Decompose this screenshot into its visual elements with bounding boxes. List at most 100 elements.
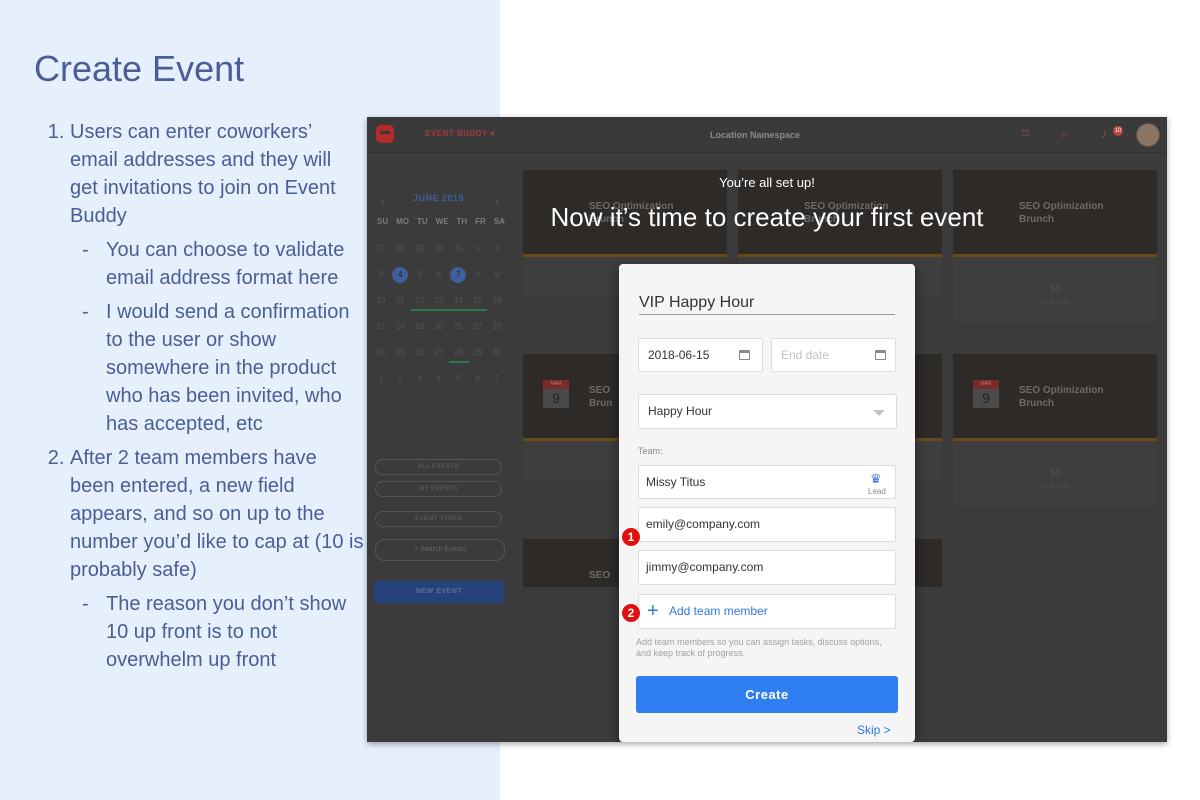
calendar-day[interactable]: 1 [470,241,486,257]
calendar-day[interactable]: 11 [392,293,408,309]
team-label: Team: [638,446,663,456]
onboarding-title: Now it’s time to create your first event [550,202,984,232]
calendar-day[interactable]: 22 [470,319,486,335]
calendar-day[interactable]: 23 [489,319,505,335]
event-card-strip [523,254,727,257]
search-icon[interactable]: ⌕ [1061,126,1068,142]
event-card-strip [738,254,942,257]
event-card[interactable]: MAR 9 SEO Optimization Brunch 10 GUESTS [953,354,1157,507]
calendar-day[interactable]: 31 [450,241,466,257]
end-date-field[interactable]: End date [771,338,896,372]
add-team-member-button[interactable]: + Add team member [638,594,896,629]
calendar-day[interactable]: 28 [392,241,408,257]
calendar-day[interactable]: 27 [373,241,389,257]
calendar-icon[interactable] [739,350,750,360]
calendar-week: 17 18 19 20 21 22 23 [373,319,505,345]
calendar-day[interactable]: 2 [392,371,408,387]
slide-title: Create Event [34,48,245,89]
calendar-day[interactable]: 17 [373,319,389,335]
my-events-filter[interactable]: MY EVENTS [375,481,502,497]
event-card[interactable]: SEO Optimization Brunch 10 GUESTS [953,170,1157,323]
calendar-day[interactable]: 2 [489,241,505,257]
calendar-day[interactable]: 5 [412,267,428,283]
calendar-day[interactable]: 21 [450,319,466,335]
calendar-day[interactable]: 12 [412,293,428,309]
calendar-day[interactable]: 15 [470,293,486,309]
note-subitem: You can choose to validate email address… [82,236,364,292]
calendar-day[interactable]: 3 [412,371,428,387]
calendar-day[interactable]: 24 [373,345,389,361]
event-month: MAR [543,380,569,389]
lead-label: Lead [868,487,886,496]
event-card-strip [953,254,1157,257]
event-card-title: SEO Brun [589,385,613,409]
calendar-day[interactable]: 6 [470,371,486,387]
calendar-day[interactable]: 27 [431,345,447,361]
add-team-member-label: Add team member [669,604,768,618]
calendar-day[interactable]: 16 [489,293,505,309]
calendar-day[interactable]: 26 [412,345,428,361]
calendar-day[interactable]: 9 [489,267,505,283]
event-type-select[interactable]: Happy Hour [638,394,897,429]
calendar-day[interactable]: 8 [470,267,486,283]
calendar-day[interactable]: 29 [412,241,428,257]
end-date-placeholder: End date [781,348,830,362]
avatar[interactable] [1136,123,1160,147]
note-item: After 2 team members have been entered, … [70,444,364,674]
team-member-email-field[interactable]: jimmy@company.com [638,550,896,585]
calendar-day[interactable]: 1 [373,371,389,387]
team-lead-field[interactable]: Missy Titus ♛ Lead [638,465,896,499]
calendar-grid: 27 28 29 30 31 1 2 3 4 5 6 7 8 9 10 11 1… [373,241,505,397]
calendar-week: 24 25 26 27 28 29 30 [373,345,505,371]
create-button[interactable]: Create [636,676,898,713]
calendar-day[interactable]: 14 [450,293,466,309]
calendar-day[interactable]: 19 [412,319,428,335]
calendar-day[interactable]: 6 [431,267,447,283]
calendar-day-selected[interactable]: 7 [450,267,467,283]
team-member-email: emily@company.com [646,517,760,531]
calendar-day[interactable]: 25 [392,345,408,361]
annotation-badge-2: 2 [622,604,640,622]
calendar-day[interactable]: 20 [431,319,447,335]
calendar-week: 27 28 29 30 31 1 2 [373,241,505,267]
onboarding-subtitle: You’re all set up! [719,175,815,190]
calendar-day[interactable]: 4 [431,371,447,387]
tag-icon[interactable]: ⌑ [1022,126,1029,142]
event-types-filter[interactable]: EVENT TYPES [375,511,502,527]
brand-menu[interactable]: EVENT BUDDY ▾ [425,129,495,138]
calendar-day-selected[interactable]: 4 [392,267,409,283]
guest-count: 10 [1049,284,1061,295]
calendar-day[interactable]: 7 [489,371,505,387]
calendar-day[interactable]: 13 [431,293,447,309]
date-range-indicator [449,361,469,363]
team-member-email: jimmy@company.com [646,560,764,574]
event-name-input[interactable] [639,294,895,315]
calendar-day[interactable]: 5 [450,371,466,387]
event-search-input[interactable]: ⌕ Search Events [375,539,505,561]
chevron-down-icon [873,410,885,416]
annotation-badge-1: 1 [622,528,640,546]
calendar-icon[interactable] [875,350,886,360]
skip-link[interactable]: Skip > [857,723,891,737]
date-range-indicator [411,309,487,311]
new-event-button[interactable]: NEW EVENT [374,581,504,603]
note-subitem: I would send a confirmation to the user … [82,298,364,438]
calendar-day[interactable]: 18 [392,319,408,335]
event-day: 9 [552,390,560,406]
guest-label: GUESTS [1041,300,1069,306]
team-lead-name: Missy Titus [646,475,706,489]
robot-logo-icon[interactable] [376,125,394,143]
calendar-day[interactable]: 30 [431,241,447,257]
calendar-day[interactable]: 29 [470,345,486,361]
event-card-title: SEO Optimization Brunch [1019,385,1104,409]
calendar-day[interactable]: 3 [373,267,389,283]
calendar-week: 1 2 3 4 5 6 7 [373,371,505,397]
team-member-email-field[interactable]: emily@company.com [638,507,896,542]
start-date-field[interactable]: 2018-06-15 [638,338,763,372]
all-events-filter[interactable]: ALL EVENTS [375,459,502,475]
calendar-day[interactable]: 10 [373,293,389,309]
create-event-modal: 2018-06-15 End date Happy Hour Team: Mis… [619,264,915,742]
bell-icon[interactable]: ♪ [1101,126,1108,141]
calendar-day[interactable]: 30 [489,345,505,361]
calendar-day[interactable]: 28 [450,345,466,361]
